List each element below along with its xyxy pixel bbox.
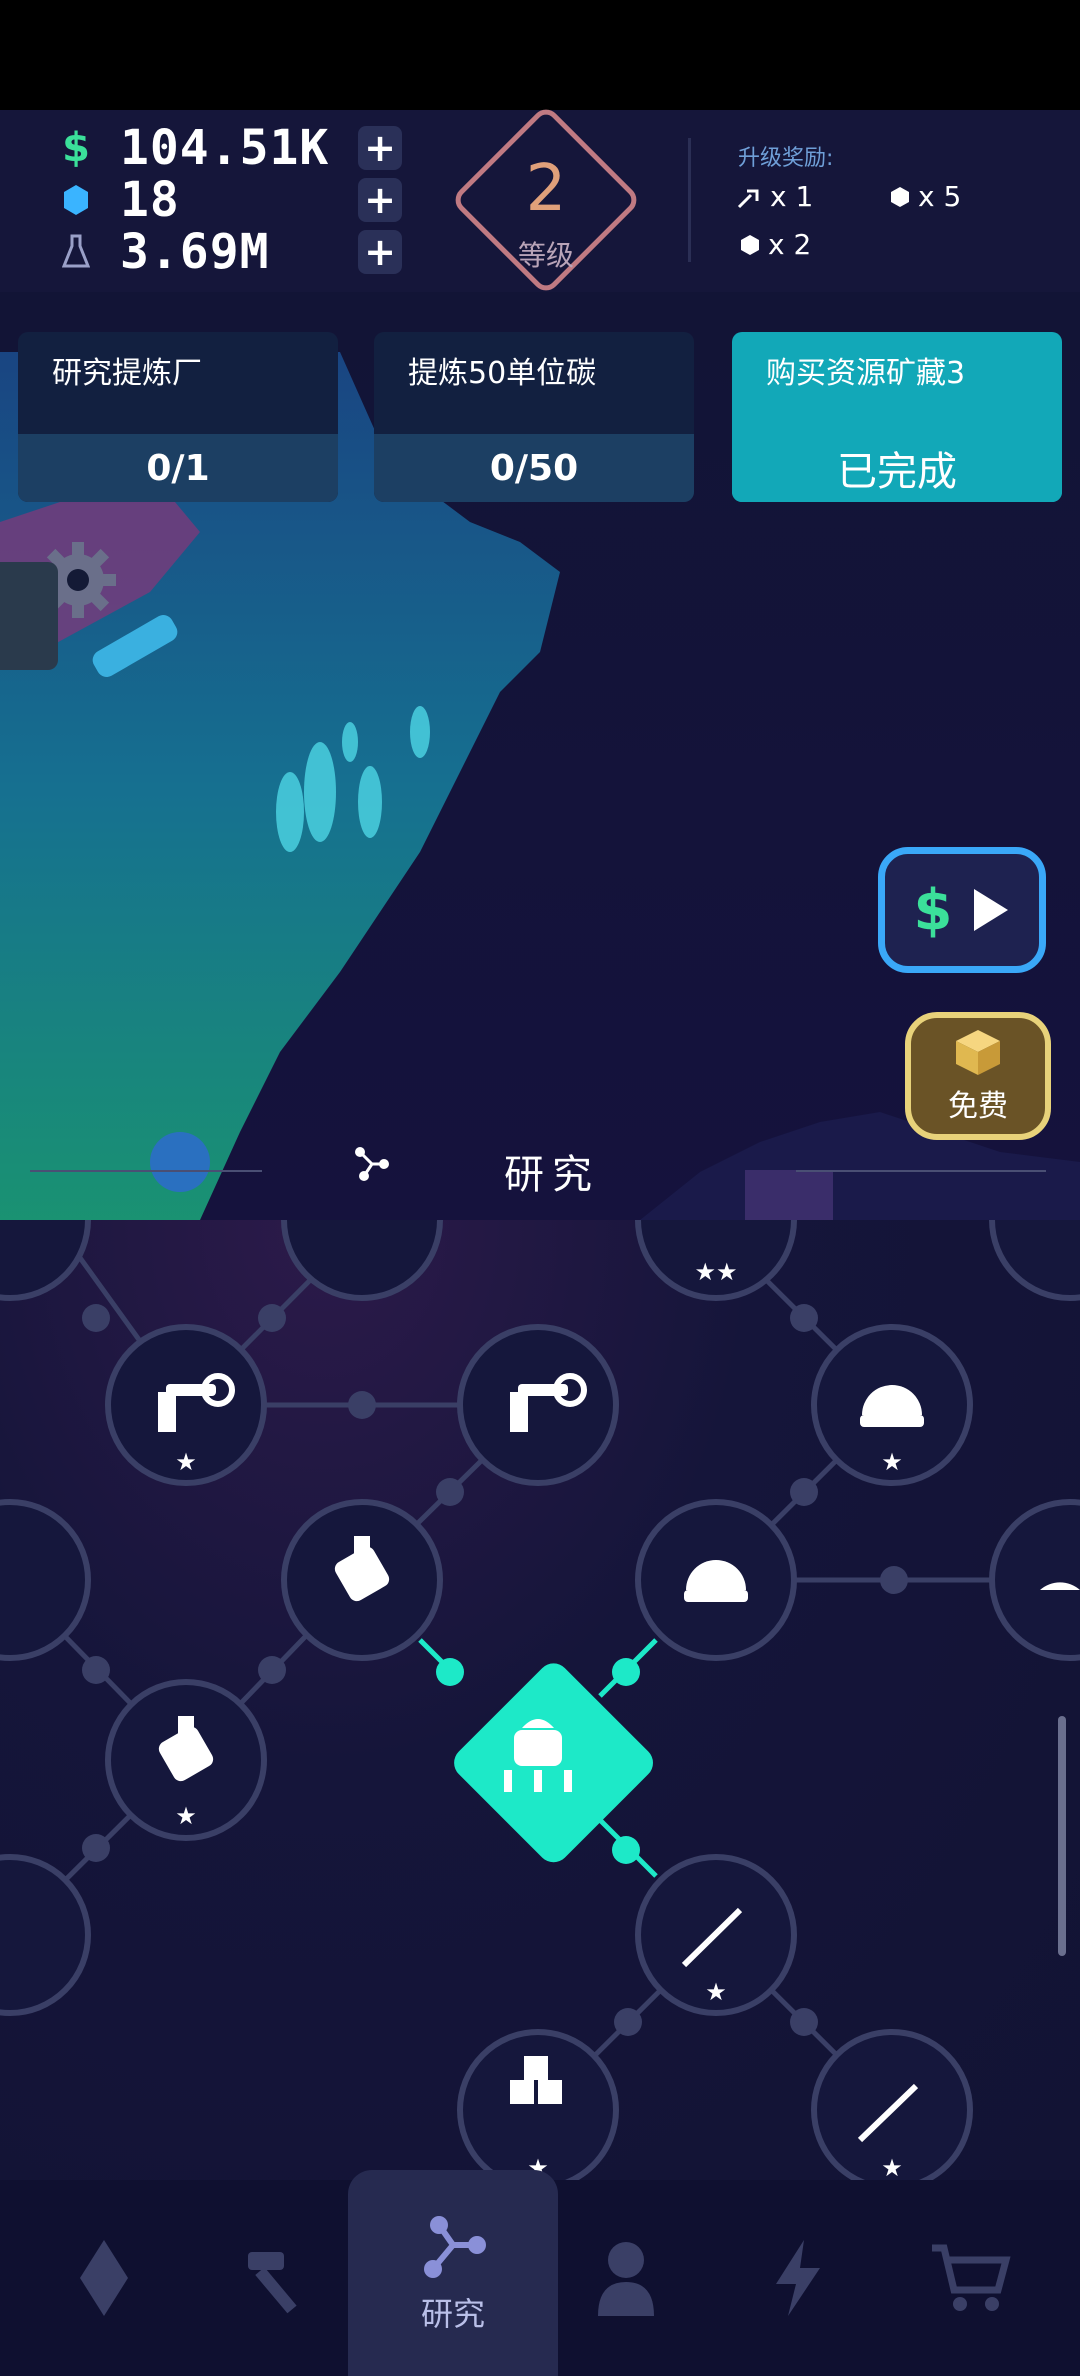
scrollbar[interactable] [1058,1716,1066,1956]
svg-text:★: ★ [175,1802,197,1830]
header-divider [688,138,691,262]
person-icon [598,2242,654,2316]
header-line-left [30,1170,262,1172]
quest-progress: 0/50 [374,434,694,502]
nav-research-label: 研究 [420,2295,485,2333]
science-row: 3.69M [56,224,270,280]
svg-text:★★: ★★ [694,1258,737,1286]
quest-card[interactable]: 提炼50单位碳 0/50 [374,332,694,502]
reward-rocket-count: x 1 [770,180,814,213]
reward-gem-5-count: x 5 [918,180,962,213]
level-number: 2 [525,152,567,226]
quest-status: 已完成 [732,434,1062,502]
nav-boost[interactable] [708,2180,888,2376]
dollar-icon: $ [62,125,90,171]
quest-title: 研究提炼厂 [52,356,202,391]
nav-profile[interactable] [536,2180,716,2376]
reward-gem-2: x 2 [740,228,811,261]
svg-text:★: ★ [881,1448,903,1476]
quest-card[interactable]: 研究提炼厂 0/1 [18,332,338,502]
quest-title: 提炼50单位碳 [408,356,597,391]
hammer-icon [248,2252,297,2314]
box-icon [956,1030,1000,1075]
cash-row: $ 104.51K [56,120,329,176]
nav-crystal[interactable] [14,2180,194,2376]
quest-progress: 0/1 [18,434,338,502]
reward-gem-5: x 5 [890,180,961,213]
nav-build[interactable] [188,2180,368,2376]
header-line-right [796,1170,1046,1172]
lightning-icon [776,2240,820,2316]
reward-rocket: x 1 [736,180,813,213]
rocket-icon [737,189,759,208]
cash-value: 104.51K [120,120,330,176]
reward-title: 升级奖励: [738,146,834,171]
add-cash-button[interactable]: + [358,126,402,170]
research-tree[interactable]: ★ ★ ★ ★ ★ ★ ★★ [0,1220,1080,2180]
level-label: 等级 [517,239,574,272]
flask-icon [56,230,96,274]
gems-row: 18 [56,172,180,228]
avatar[interactable] [0,562,58,670]
add-science-button[interactable]: + [358,230,402,274]
gems-value: 18 [120,172,180,228]
crystal-icon [80,2240,128,2316]
dollar-icon: $ [913,877,953,943]
science-value: 3.69M [120,224,270,280]
research-node-icon [355,1147,389,1181]
nav-research[interactable]: 研究 [348,2170,558,2376]
cart-icon [932,2244,1011,2311]
quest-card-completed[interactable]: 购买资源矿藏3 已完成 [732,332,1062,502]
research-tree-graph: ★ ★ ★ ★ ★ ★ ★★ [0,1220,1080,2180]
status-bar [0,0,1080,110]
gem-icon [741,234,759,255]
add-gems-button[interactable]: + [358,178,402,222]
watch-video-button[interactable]: $ [878,847,1046,973]
gem-icon [891,186,909,207]
research-header: 研究 [0,1118,1080,1220]
bottom-nav: 研究 [0,2170,1080,2376]
nav-shop[interactable] [880,2180,1060,2376]
play-icon [974,889,1009,931]
svg-text:★: ★ [881,2154,903,2180]
reward-gem-2-count: x 2 [768,228,812,261]
research-title: 研究 [504,1152,600,1198]
research-icon [424,2216,486,2278]
gem-icon [56,178,96,222]
quest-title: 购买资源矿藏3 [766,356,966,391]
svg-text:★: ★ [175,1448,197,1476]
svg-text:★: ★ [705,1978,727,2006]
